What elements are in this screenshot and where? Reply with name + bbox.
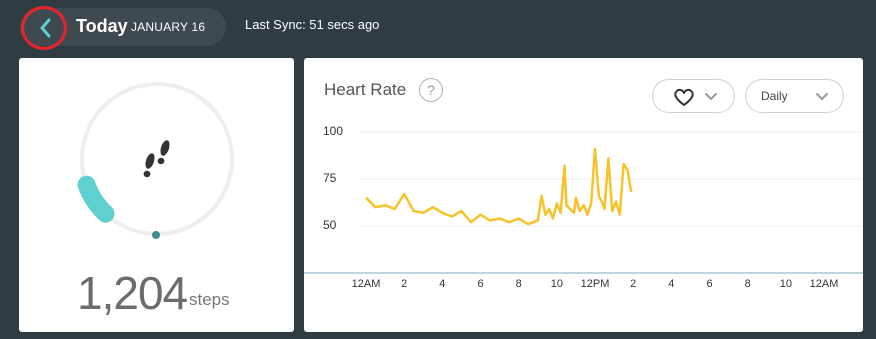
- x-tick-label: 8: [744, 278, 751, 290]
- x-tick-label: 2: [401, 278, 408, 290]
- x-tick-label: 4: [439, 278, 446, 290]
- x-tick-label: 6: [477, 278, 484, 290]
- back-button[interactable]: [24, 9, 68, 47]
- heart-rate-series-line: [365, 147, 633, 226]
- x-tick-label: 10: [779, 278, 792, 290]
- x-tick-label: 4: [668, 278, 675, 290]
- x-tick-label: 8: [515, 278, 522, 290]
- x-tick-label: 12AM: [809, 278, 839, 290]
- x-tick-label: 12PM: [580, 278, 610, 290]
- top-bar: Today JANUARY 16 Last Sync: 51 secs ago: [0, 0, 876, 56]
- steps-unit-label: steps: [189, 290, 230, 309]
- chevron-left-icon: [40, 18, 51, 38]
- last-sync-status: Last Sync: 51 secs ago: [245, 17, 380, 32]
- y-tick-label: 100: [323, 124, 344, 138]
- x-tick-label: 12AM: [351, 278, 381, 290]
- heart-rate-card: Heart Rate ? Daily 100 75 50 12AM 2 4 6 8 10 12P…: [304, 58, 863, 332]
- date-month-label: JANUARY 16: [131, 20, 206, 34]
- y-tick-label: 50: [323, 218, 337, 232]
- steps-progress-arc: [77, 175, 115, 223]
- steps-card[interactable]: 1,204 steps: [19, 58, 294, 332]
- x-tick-label: 6: [706, 278, 713, 290]
- heart-rate-chart: [304, 131, 863, 274]
- steps-count: 1,204: [77, 267, 188, 319]
- y-tick-label: 75: [323, 171, 337, 185]
- footprints-icon: [143, 140, 170, 178]
- x-tick-label: 2: [630, 278, 637, 290]
- date-day-label: Today: [76, 16, 128, 36]
- steps-progress-knob: [152, 231, 160, 239]
- x-tick-label: 10: [550, 278, 563, 290]
